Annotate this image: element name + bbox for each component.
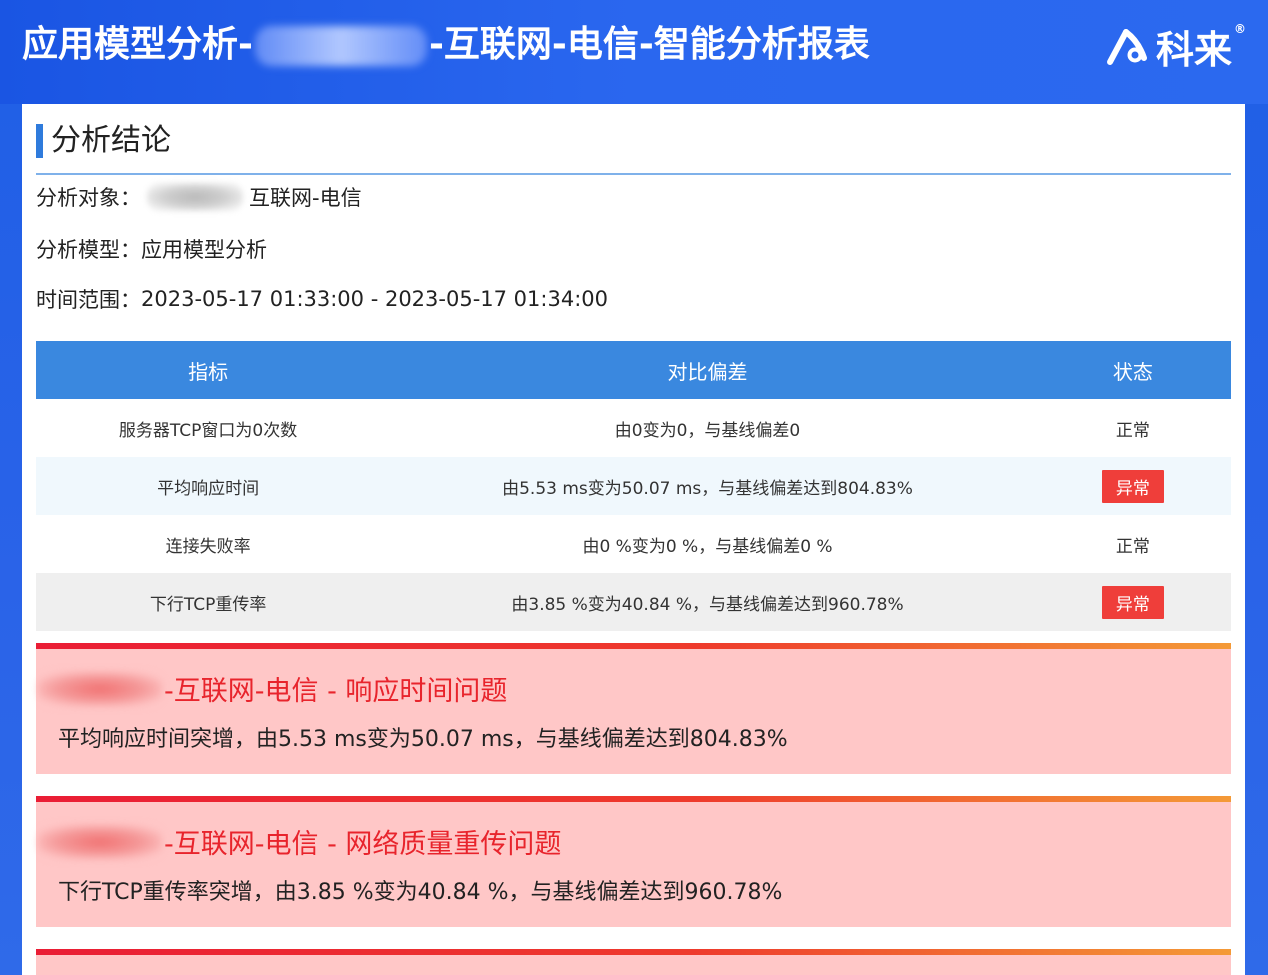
brand-logo: 科来 ® bbox=[1104, 22, 1246, 72]
header-deviation: 对比偏差 bbox=[380, 341, 1035, 399]
redacted-app-name bbox=[254, 26, 427, 66]
metric-cell: 服务器TCP窗口为0次数 bbox=[118, 420, 298, 441]
brand-name: 科来 bbox=[1155, 27, 1232, 72]
analysis-model-value: 应用模型分析 bbox=[141, 238, 267, 262]
table-row: 平均响应时间 由5.53 ms变为50.07 ms，与基线偏差达到804.83%… bbox=[36, 457, 1231, 515]
report-title-prefix: 应用模型分析- bbox=[22, 24, 253, 65]
report-panel: 分析结论 分析对象： 互联网-电信 分析模型： 应用模型分析 时间范围： 202… bbox=[22, 104, 1245, 975]
table-row: 下行TCP重传率 由3.85 %变为40.84 %，与基线偏差达到960.78%… bbox=[36, 573, 1231, 631]
metric-cell: 下行TCP重传率 bbox=[36, 573, 381, 631]
metric-cell: 平均响应时间 bbox=[36, 457, 381, 515]
report-title-suffix: -互联网-电信-智能分析报表 bbox=[428, 24, 870, 65]
status-normal-label: 正常 bbox=[1115, 536, 1150, 557]
alert-title-text: -互联网-电信 - 网络质量重传问题 bbox=[164, 829, 562, 860]
deviation-cell: 由0变为0，与基线偏差0 bbox=[614, 420, 801, 441]
alert-title-text: -互联网-电信 - 响应时间问题 bbox=[164, 676, 508, 707]
deviation-cell: 由5.53 ms变为50.07 ms，与基线偏差达到804.83% bbox=[380, 457, 1035, 515]
report-title: 应用模型分析- -互联网-电信-智能分析报表 bbox=[22, 20, 870, 70]
status-cell: 正常 bbox=[1035, 399, 1231, 457]
status-abnormal-badge: 异常 bbox=[1101, 585, 1164, 619]
analysis-model-label: 分析模型： bbox=[36, 238, 141, 262]
table-header-row: 指标 对比偏差 状态 bbox=[36, 341, 1231, 399]
analysis-model-row: 分析模型： 应用模型分析 bbox=[36, 234, 267, 264]
alert-stripe bbox=[36, 643, 1231, 649]
alert-card-partial bbox=[36, 949, 1231, 975]
time-range-value: 2023-05-17 01:33:00 - 2023-05-17 01:34:0… bbox=[141, 287, 608, 311]
status-cell: 异常 bbox=[1034, 573, 1231, 631]
header-status: 状态 bbox=[1034, 341, 1231, 399]
analysis-object-label: 分析对象： bbox=[36, 186, 141, 210]
section-accent-bar bbox=[36, 124, 43, 158]
time-range-label: 时间范围： bbox=[36, 288, 141, 312]
alert-title: -互联网-电信 - 响应时间问题 bbox=[38, 669, 508, 708]
table-row: 连接失败率 由0 %变为0 %，与基线偏差0 % 正常 bbox=[36, 515, 1231, 573]
metric-cell: 连接失败率 bbox=[165, 536, 251, 557]
redacted-alert-name bbox=[38, 824, 162, 859]
redacted-object-name bbox=[147, 183, 243, 211]
section-title: 分析结论 bbox=[51, 123, 171, 158]
alert-card-response-time: -互联网-电信 - 响应时间问题 平均响应时间突增，由5.53 ms变为50.0… bbox=[36, 643, 1231, 774]
status-cell: 正常 bbox=[1035, 515, 1231, 573]
section-header: 分析结论 bbox=[36, 124, 171, 158]
section-divider bbox=[36, 173, 1231, 175]
alert-stripe bbox=[36, 796, 1231, 802]
table-row: 服务器TCP窗口为0次数 由0变为0，与基线偏差0 正常 bbox=[36, 399, 1231, 457]
alert-stripe bbox=[36, 949, 1231, 955]
status-abnormal-badge: 异常 bbox=[1101, 469, 1164, 503]
deviation-cell: 由0 %变为0 %，与基线偏差0 % bbox=[582, 536, 833, 557]
redacted-alert-name bbox=[38, 671, 162, 706]
alert-card-retransmission: -互联网-电信 - 网络质量重传问题 下行TCP重传率突增，由3.85 %变为4… bbox=[36, 796, 1231, 927]
deviation-cell: 由3.85 %变为40.84 %，与基线偏差达到960.78% bbox=[380, 573, 1035, 631]
analysis-object-value: 互联网-电信 bbox=[249, 186, 362, 210]
status-cell: 异常 bbox=[1034, 457, 1231, 515]
metrics-table: 指标 对比偏差 状态 服务器TCP窗口为0次数 由0变为0，与基线偏差0 正常 … bbox=[36, 341, 1231, 631]
analysis-object-row: 分析对象： 互联网-电信 bbox=[36, 182, 362, 212]
registered-mark: ® bbox=[1234, 22, 1246, 36]
alert-description: 平均响应时间突增，由5.53 ms变为50.07 ms，与基线偏差达到804.8… bbox=[58, 727, 788, 752]
time-range-row: 时间范围： 2023-05-17 01:33:00 - 2023-05-17 0… bbox=[36, 284, 608, 314]
alert-title: -互联网-电信 - 网络质量重传问题 bbox=[38, 822, 562, 861]
alert-description: 下行TCP重传率突增，由3.85 %变为40.84 %，与基线偏差达到960.7… bbox=[58, 880, 783, 905]
report-header: 应用模型分析- -互联网-电信-智能分析报表 科来 ® bbox=[0, 0, 1268, 104]
colasoft-logo-icon bbox=[1106, 29, 1147, 65]
header-metric: 指标 bbox=[36, 341, 381, 399]
status-normal-label: 正常 bbox=[1115, 420, 1150, 441]
